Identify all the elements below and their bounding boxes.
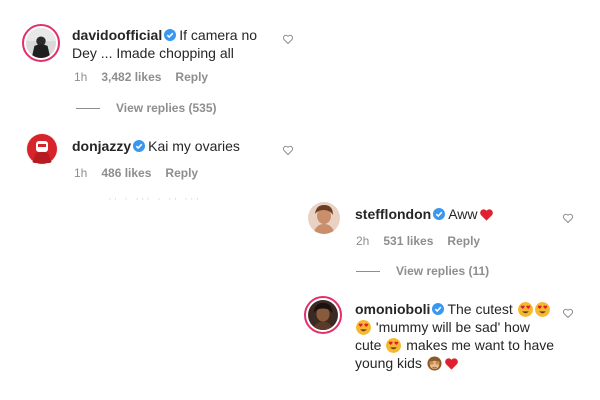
heart-outline-icon[interactable] [282,33,294,45]
red-heart-emoji [479,209,493,221]
comment-text-part1: The cutest [447,301,513,317]
heart-outline-icon[interactable] [282,144,294,156]
divider [356,271,380,273]
username[interactable]: davidoofficial [72,27,162,43]
view-replies-label: View replies (11) [396,264,490,278]
timestamp: 1h [74,166,88,180]
heart-outline-icon[interactable] [562,212,574,224]
view-replies-button[interactable]: View replies (535) [76,101,217,115]
comment-meta: 2h 531 likes Reply [356,234,494,248]
avatar[interactable] [308,202,340,234]
avatar-image [26,133,58,165]
heart-eyes-emoji [356,320,371,335]
username[interactable]: stefflondon [355,206,431,222]
red-heart-emoji [445,358,458,370]
comment-body: davidoofficial If camera no Dey ... Imade… [72,26,272,62]
avatar-image [26,28,56,58]
avatar[interactable] [26,133,58,165]
heart-eyes-emoji [534,302,550,317]
see-no-evil-monkey-emoji [427,356,442,371]
divider [76,108,100,110]
reply-button[interactable]: Reply [175,70,208,84]
verified-badge-icon [133,140,146,152]
likes-count[interactable]: 531 likes [383,234,433,248]
username[interactable]: omonioboli [355,301,430,317]
avatar-image [308,202,340,234]
heart-outline-icon[interactable] [562,307,574,319]
verified-badge-icon [433,208,446,220]
comment-body: omonioboli The cutest 'mummy will be sad'… [355,300,555,372]
heart-eyes-emoji [517,302,533,317]
comment-body: donjazzy Kai my ovaries [72,137,282,155]
reply-button[interactable]: Reply [447,234,480,248]
comment-meta: 1h 486 likes Reply [74,166,212,180]
timestamp: 1h [74,70,88,84]
comment-meta: 1h 3,482 likes Reply [74,70,222,84]
likes-count[interactable]: 3,482 likes [101,70,161,84]
comment-body: stefflondon Aww [355,205,555,223]
verified-badge-icon [432,303,445,315]
cropped-text-remnant: ·· · ··· · ·· ··· [108,193,202,205]
likes-count[interactable]: 486 likes [101,166,151,180]
view-replies-button[interactable]: View replies (11) [356,264,489,278]
reply-button[interactable]: Reply [165,166,198,180]
heart-eyes-emoji [386,338,402,353]
avatar[interactable] [22,24,60,62]
timestamp: 2h [356,234,370,248]
view-replies-label: View replies (535) [116,101,217,115]
verified-badge-icon [164,29,177,41]
comment-text: Kai my ovaries [148,138,240,154]
avatar[interactable] [304,296,342,334]
avatar-image [308,300,338,330]
comment-text: Aww [448,206,478,222]
username[interactable]: donjazzy [72,138,131,154]
